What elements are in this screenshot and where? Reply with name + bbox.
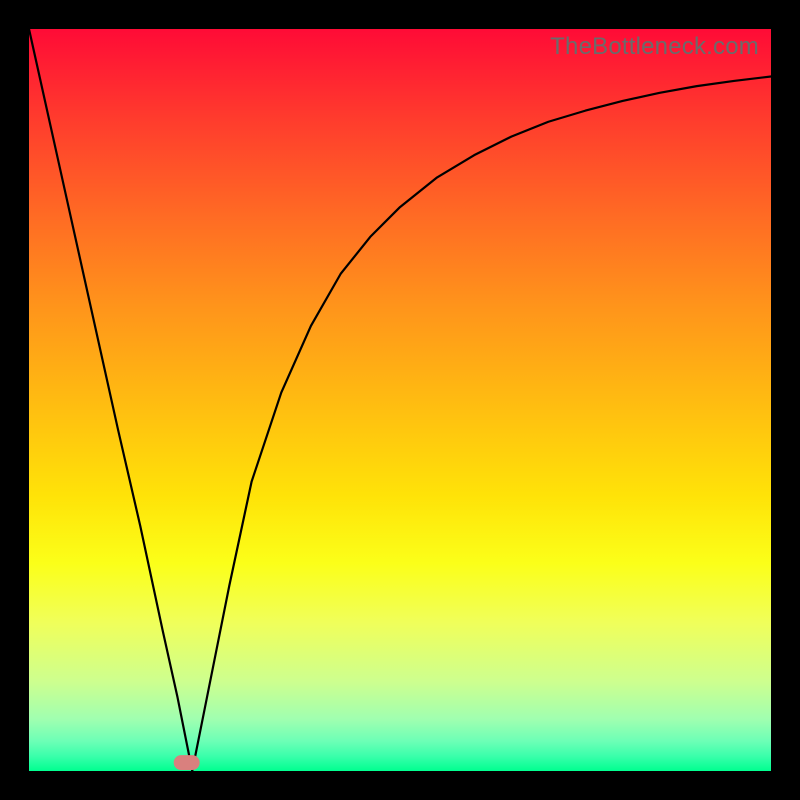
chart-curve (29, 29, 771, 771)
chart-svg (29, 29, 771, 771)
chart-frame: TheBottleneck.com (0, 0, 800, 800)
plot-area: TheBottleneck.com (29, 29, 771, 771)
optimal-marker (174, 755, 200, 770)
